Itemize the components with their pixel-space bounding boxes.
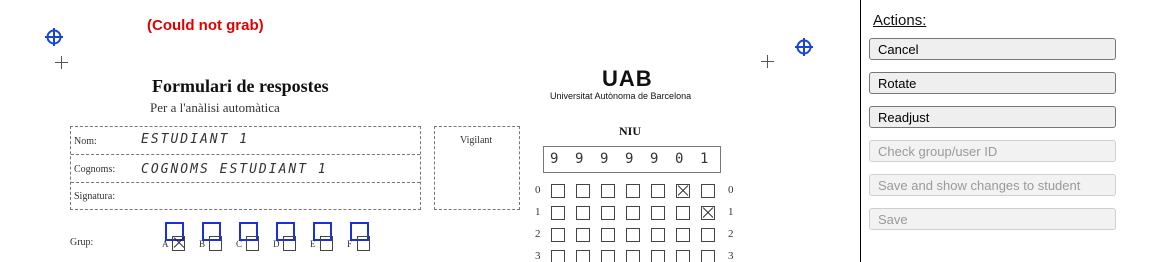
actions-panel: Actions: Cancel Rotate Readjust Check gr… bbox=[862, 0, 1149, 262]
cancel-button[interactable]: Cancel bbox=[869, 38, 1116, 60]
niu-label: NIU bbox=[619, 124, 642, 138]
bubble-row: 33 bbox=[535, 250, 745, 262]
niu-digit: 9 bbox=[550, 151, 559, 167]
bubble bbox=[651, 250, 665, 262]
bubble bbox=[576, 206, 590, 220]
bubble bbox=[676, 250, 690, 262]
save-button[interactable]: Save bbox=[869, 208, 1116, 230]
niu-digit: 9 bbox=[600, 151, 609, 167]
corner-marker-icon[interactable] bbox=[794, 37, 814, 57]
bubble bbox=[601, 184, 615, 198]
field-divider bbox=[71, 154, 420, 155]
bubble-row-label: 0 bbox=[535, 184, 541, 196]
bubble bbox=[601, 206, 615, 220]
bubble-row-label: 2 bbox=[535, 228, 541, 240]
bubble-row-label: 1 bbox=[728, 206, 734, 218]
bubble bbox=[651, 228, 665, 242]
save-and-show-changes-button[interactable]: Save and show changes to student bbox=[869, 174, 1116, 196]
scanned-form-view[interactable]: (Could not grab) Formulari de respostes … bbox=[0, 0, 860, 262]
nom-label: Nom: bbox=[74, 136, 97, 147]
niu-digit: 9 bbox=[625, 151, 634, 167]
group-checkbox bbox=[283, 236, 296, 251]
bubble bbox=[551, 250, 565, 262]
bubble-marked bbox=[701, 206, 715, 220]
bubble bbox=[601, 250, 615, 262]
bubble bbox=[626, 228, 640, 242]
bubble bbox=[601, 228, 615, 242]
bubble-row-label: 0 bbox=[728, 184, 734, 196]
university-name: Universitat Autònoma de Barcelona bbox=[550, 91, 692, 101]
bubble-row-label: 1 bbox=[535, 206, 541, 218]
crosshair-plus-icon bbox=[761, 55, 774, 68]
bubble bbox=[626, 206, 640, 220]
cognoms-label: Cognoms: bbox=[74, 164, 116, 175]
bubble bbox=[576, 184, 590, 198]
bubble bbox=[701, 250, 715, 262]
bubble bbox=[551, 184, 565, 198]
signatura-label: Signatura: bbox=[74, 191, 116, 202]
grup-label: Grup: bbox=[70, 237, 94, 248]
uab-logo: UAB bbox=[602, 66, 653, 91]
bubble-row: 22 bbox=[535, 228, 745, 242]
crosshair-plus-icon bbox=[55, 56, 68, 69]
group-letter: F bbox=[347, 239, 353, 249]
check-group-user-id-button[interactable]: Check group/user ID bbox=[869, 140, 1116, 162]
niu-digit: 0 bbox=[675, 151, 684, 167]
vigilant-label: Vigilant bbox=[460, 135, 493, 146]
bubble bbox=[651, 206, 665, 220]
group-checkbox bbox=[357, 236, 370, 251]
group-letter: D bbox=[273, 239, 280, 249]
niu-handwritten-box: 9999901 bbox=[543, 146, 721, 173]
group-letter: C bbox=[236, 239, 243, 249]
bubble bbox=[701, 184, 715, 198]
bubble bbox=[701, 228, 715, 242]
rotate-button[interactable]: Rotate bbox=[869, 72, 1116, 94]
corner-marker-icon[interactable] bbox=[44, 27, 64, 47]
group-letter: E bbox=[310, 239, 316, 249]
actions-title: Actions: bbox=[873, 12, 927, 29]
bubble-row: 00 bbox=[535, 184, 745, 198]
form-subtitle: Per a l'anàlisi automàtica bbox=[150, 100, 280, 115]
group-checkbox bbox=[246, 236, 259, 251]
bubble bbox=[626, 184, 640, 198]
vigilant-box: Vigilant bbox=[434, 126, 520, 210]
niu-digit: 9 bbox=[650, 151, 659, 167]
panel-divider bbox=[860, 0, 861, 262]
cognoms-handwritten: COGNOMS ESTUDIANT 1 bbox=[141, 162, 328, 177]
nom-handwritten: ESTUDIANT 1 bbox=[141, 132, 250, 147]
bubble bbox=[676, 228, 690, 242]
group-checkbox bbox=[172, 236, 185, 251]
bubble bbox=[651, 184, 665, 198]
grab-error-message: (Could not grab) bbox=[147, 17, 264, 34]
bubble bbox=[626, 250, 640, 262]
bubble bbox=[576, 228, 590, 242]
group-letter: B bbox=[199, 239, 206, 249]
readjust-button[interactable]: Readjust bbox=[869, 106, 1116, 128]
bubble-row-label: 2 bbox=[728, 228, 734, 240]
group-checkbox bbox=[320, 236, 333, 251]
bubble-row-label: 3 bbox=[728, 250, 734, 262]
bubble bbox=[676, 206, 690, 220]
bubble-row: 11 bbox=[535, 206, 745, 220]
niu-digit: 1 bbox=[700, 151, 709, 167]
bubble bbox=[576, 250, 590, 262]
group-checkbox bbox=[209, 236, 222, 251]
bubble-marked bbox=[676, 184, 690, 198]
bubble bbox=[551, 228, 565, 242]
bubble bbox=[551, 206, 565, 220]
niu-digit: 9 bbox=[575, 151, 584, 167]
group-letter: A bbox=[162, 239, 169, 249]
student-identity-box: Nom: ESTUDIANT 1 Cognoms: COGNOMS ESTUDI… bbox=[70, 126, 421, 210]
form-title: Formulari de respostes bbox=[152, 76, 329, 96]
field-divider bbox=[71, 182, 420, 183]
bubble-row-label: 3 bbox=[535, 250, 541, 262]
